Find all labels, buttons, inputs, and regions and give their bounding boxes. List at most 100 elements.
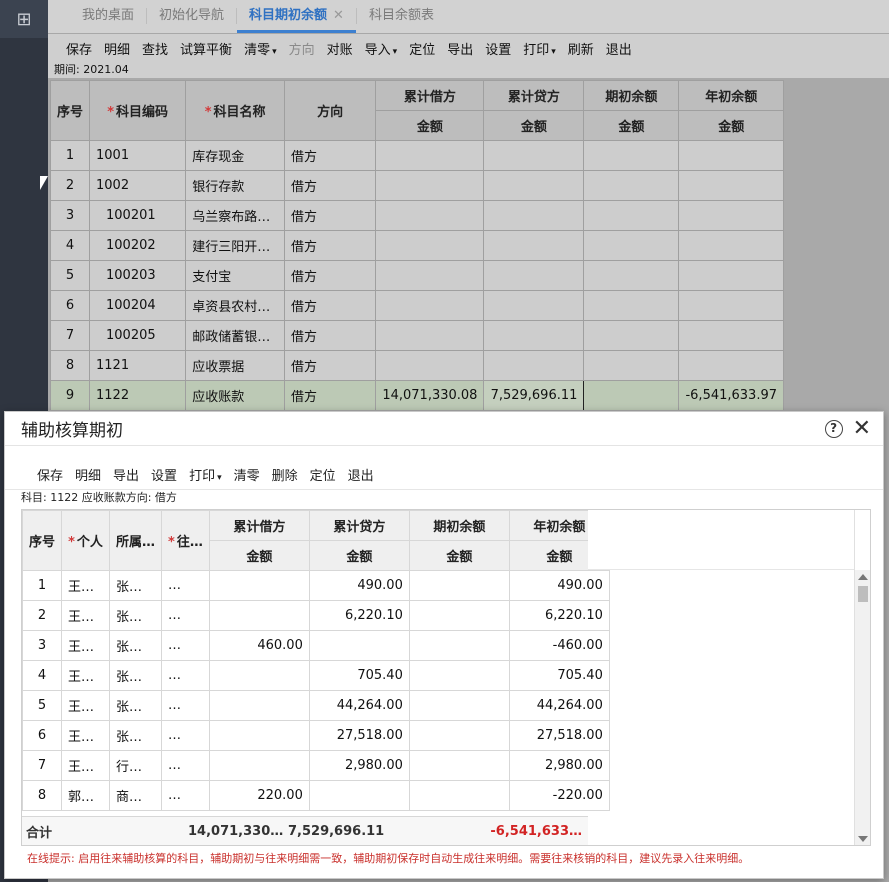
table-row[interactable]: 5 100203 支付宝 借方 bbox=[50, 260, 784, 291]
row-credit[interactable]: 490.00 bbox=[308, 570, 410, 601]
row-credit[interactable] bbox=[483, 200, 585, 231]
row-person[interactable]: 王… bbox=[61, 600, 111, 631]
clear-button[interactable]: 清零 ▾ bbox=[244, 39, 277, 58]
row-direction[interactable]: 借方 bbox=[283, 380, 377, 410]
col-contact-header[interactable]: * 往… bbox=[161, 510, 210, 571]
row-person[interactable]: 王… bbox=[61, 750, 111, 781]
export-button[interactable]: 导出 bbox=[447, 39, 473, 58]
row-name[interactable]: 支付宝 bbox=[185, 260, 285, 291]
dialog-save-button[interactable]: 保存 bbox=[37, 465, 63, 484]
row-contact[interactable]: … bbox=[161, 600, 210, 631]
row-debit[interactable] bbox=[208, 720, 310, 751]
row-debit[interactable] bbox=[375, 200, 485, 231]
row-name[interactable]: 卓资县农村… bbox=[185, 290, 285, 321]
row-opening[interactable] bbox=[583, 350, 680, 381]
table-row[interactable]: 8 1121 应收票据 借方 bbox=[50, 350, 784, 381]
row-opening[interactable] bbox=[583, 320, 680, 351]
row-contact[interactable]: … bbox=[161, 630, 210, 661]
row-opening[interactable] bbox=[408, 660, 510, 691]
vertical-scrollbar[interactable] bbox=[854, 570, 870, 845]
row-year-start[interactable]: 27,518.00 bbox=[508, 720, 610, 751]
row-opening[interactable] bbox=[408, 780, 510, 811]
refresh-button[interactable]: 刷新 bbox=[568, 39, 594, 58]
trial-balance-button[interactable]: 试算平衡 bbox=[180, 39, 232, 58]
row-direction[interactable]: 借方 bbox=[283, 320, 377, 351]
row-debit[interactable] bbox=[375, 140, 485, 171]
row-credit[interactable] bbox=[308, 630, 410, 661]
row-credit[interactable]: 27,518.00 bbox=[308, 720, 410, 751]
dialog-detail-button[interactable]: 明细 bbox=[75, 465, 101, 484]
dialog-clear-button[interactable]: 清零 bbox=[234, 465, 260, 484]
row-person[interactable]: 王… bbox=[61, 570, 111, 601]
row-year-start[interactable]: -220.00 bbox=[508, 780, 610, 811]
locate-button[interactable]: 定位 bbox=[409, 39, 435, 58]
col-direction-header[interactable]: 方向 bbox=[283, 80, 377, 141]
row-code[interactable]: 1001 bbox=[89, 140, 187, 171]
row-contact[interactable]: … bbox=[161, 720, 210, 751]
table-row[interactable]: 1 王… 张…… 490.00 490.00 bbox=[22, 570, 610, 601]
row-year-start[interactable] bbox=[678, 170, 784, 201]
row-code[interactable]: 100204 bbox=[89, 290, 187, 321]
row-name[interactable]: 邮政储蓄银… bbox=[185, 320, 285, 351]
row-person[interactable]: 王… bbox=[61, 660, 111, 691]
col-dept-header[interactable]: 所属… bbox=[109, 510, 163, 571]
row-contact[interactable]: … bbox=[161, 780, 210, 811]
row-year-start[interactable]: 2,980.00 bbox=[508, 750, 610, 781]
row-code[interactable]: 1122 bbox=[89, 380, 187, 410]
row-direction[interactable]: 借方 bbox=[283, 170, 377, 201]
row-dept[interactable]: 张… bbox=[109, 660, 163, 691]
tab-opening-balance[interactable]: 科目期初余额 ✕ bbox=[237, 0, 356, 33]
dialog-locate-button[interactable]: 定位 bbox=[310, 465, 336, 484]
row-debit[interactable]: 460.00 bbox=[208, 630, 310, 661]
detail-button[interactable]: 明细 bbox=[104, 39, 130, 58]
row-opening[interactable] bbox=[408, 630, 510, 661]
row-person[interactable]: 王… bbox=[61, 630, 111, 661]
table-row[interactable]: 7 100205 邮政储蓄银… 借方 bbox=[50, 320, 784, 351]
row-direction[interactable]: 借方 bbox=[283, 350, 377, 381]
row-credit[interactable] bbox=[483, 260, 585, 291]
row-year-start[interactable]: -6,541,633.97 bbox=[678, 380, 784, 410]
dialog-settings-button[interactable]: 设置 bbox=[151, 465, 177, 484]
row-year-start[interactable]: 490.00 bbox=[508, 570, 610, 601]
row-debit[interactable]: 14,071,330.08 bbox=[375, 380, 485, 410]
find-button[interactable]: 查找 bbox=[142, 39, 168, 58]
table-row[interactable]: 9 1122 应收账款 借方 14,071,330.08 7,529,696.11 -6,5… bbox=[50, 380, 784, 410]
table-row[interactable]: 6 100204 卓资县农村… 借方 bbox=[50, 290, 784, 321]
row-opening[interactable] bbox=[583, 380, 680, 410]
row-opening[interactable] bbox=[408, 600, 510, 631]
row-direction[interactable]: 借方 bbox=[283, 230, 377, 261]
help-icon[interactable]: ? bbox=[824, 419, 843, 438]
print-button[interactable]: 打印 ▾ bbox=[523, 39, 556, 58]
row-year-start[interactable] bbox=[678, 230, 784, 261]
row-code[interactable]: 100205 bbox=[89, 320, 187, 351]
row-opening[interactable] bbox=[583, 140, 680, 171]
row-debit[interactable] bbox=[208, 690, 310, 721]
row-dept[interactable]: 张… bbox=[109, 720, 163, 751]
scroll-down-icon[interactable] bbox=[858, 836, 868, 842]
row-year-start[interactable] bbox=[678, 200, 784, 231]
row-credit[interactable]: 6,220.10 bbox=[308, 600, 410, 631]
direction-button[interactable]: 方向 bbox=[289, 39, 315, 58]
row-credit[interactable] bbox=[483, 320, 585, 351]
row-direction[interactable]: 借方 bbox=[283, 260, 377, 291]
exit-button[interactable]: 退出 bbox=[606, 39, 632, 58]
table-row[interactable]: 4 100202 建行三阳开… 借方 bbox=[50, 230, 784, 261]
row-person[interactable]: 王… bbox=[61, 690, 111, 721]
row-year-start[interactable]: 6,220.10 bbox=[508, 600, 610, 631]
row-year-start[interactable] bbox=[678, 140, 784, 171]
row-credit[interactable]: 705.40 bbox=[308, 660, 410, 691]
row-debit[interactable] bbox=[375, 170, 485, 201]
row-name[interactable]: 银行存款 bbox=[185, 170, 285, 201]
row-dept[interactable]: 张… bbox=[109, 570, 163, 601]
row-year-start[interactable]: 44,264.00 bbox=[508, 690, 610, 721]
table-row[interactable]: 3 100201 乌兰察布路… 借方 bbox=[50, 200, 784, 231]
table-row[interactable]: 8 郭… 商…… 220.00 -220.00 bbox=[22, 780, 610, 811]
table-row[interactable]: 5 王… 张…… 44,264.00 44,264.00 bbox=[22, 690, 610, 721]
row-contact[interactable]: … bbox=[161, 750, 210, 781]
col-person-header[interactable]: * 个人 bbox=[61, 510, 111, 571]
row-year-start[interactable] bbox=[678, 350, 784, 381]
row-contact[interactable]: … bbox=[161, 690, 210, 721]
table-row[interactable]: 6 王… 张…… 27,518.00 27,518.00 bbox=[22, 720, 610, 751]
row-opening[interactable] bbox=[408, 720, 510, 751]
row-debit[interactable] bbox=[375, 350, 485, 381]
